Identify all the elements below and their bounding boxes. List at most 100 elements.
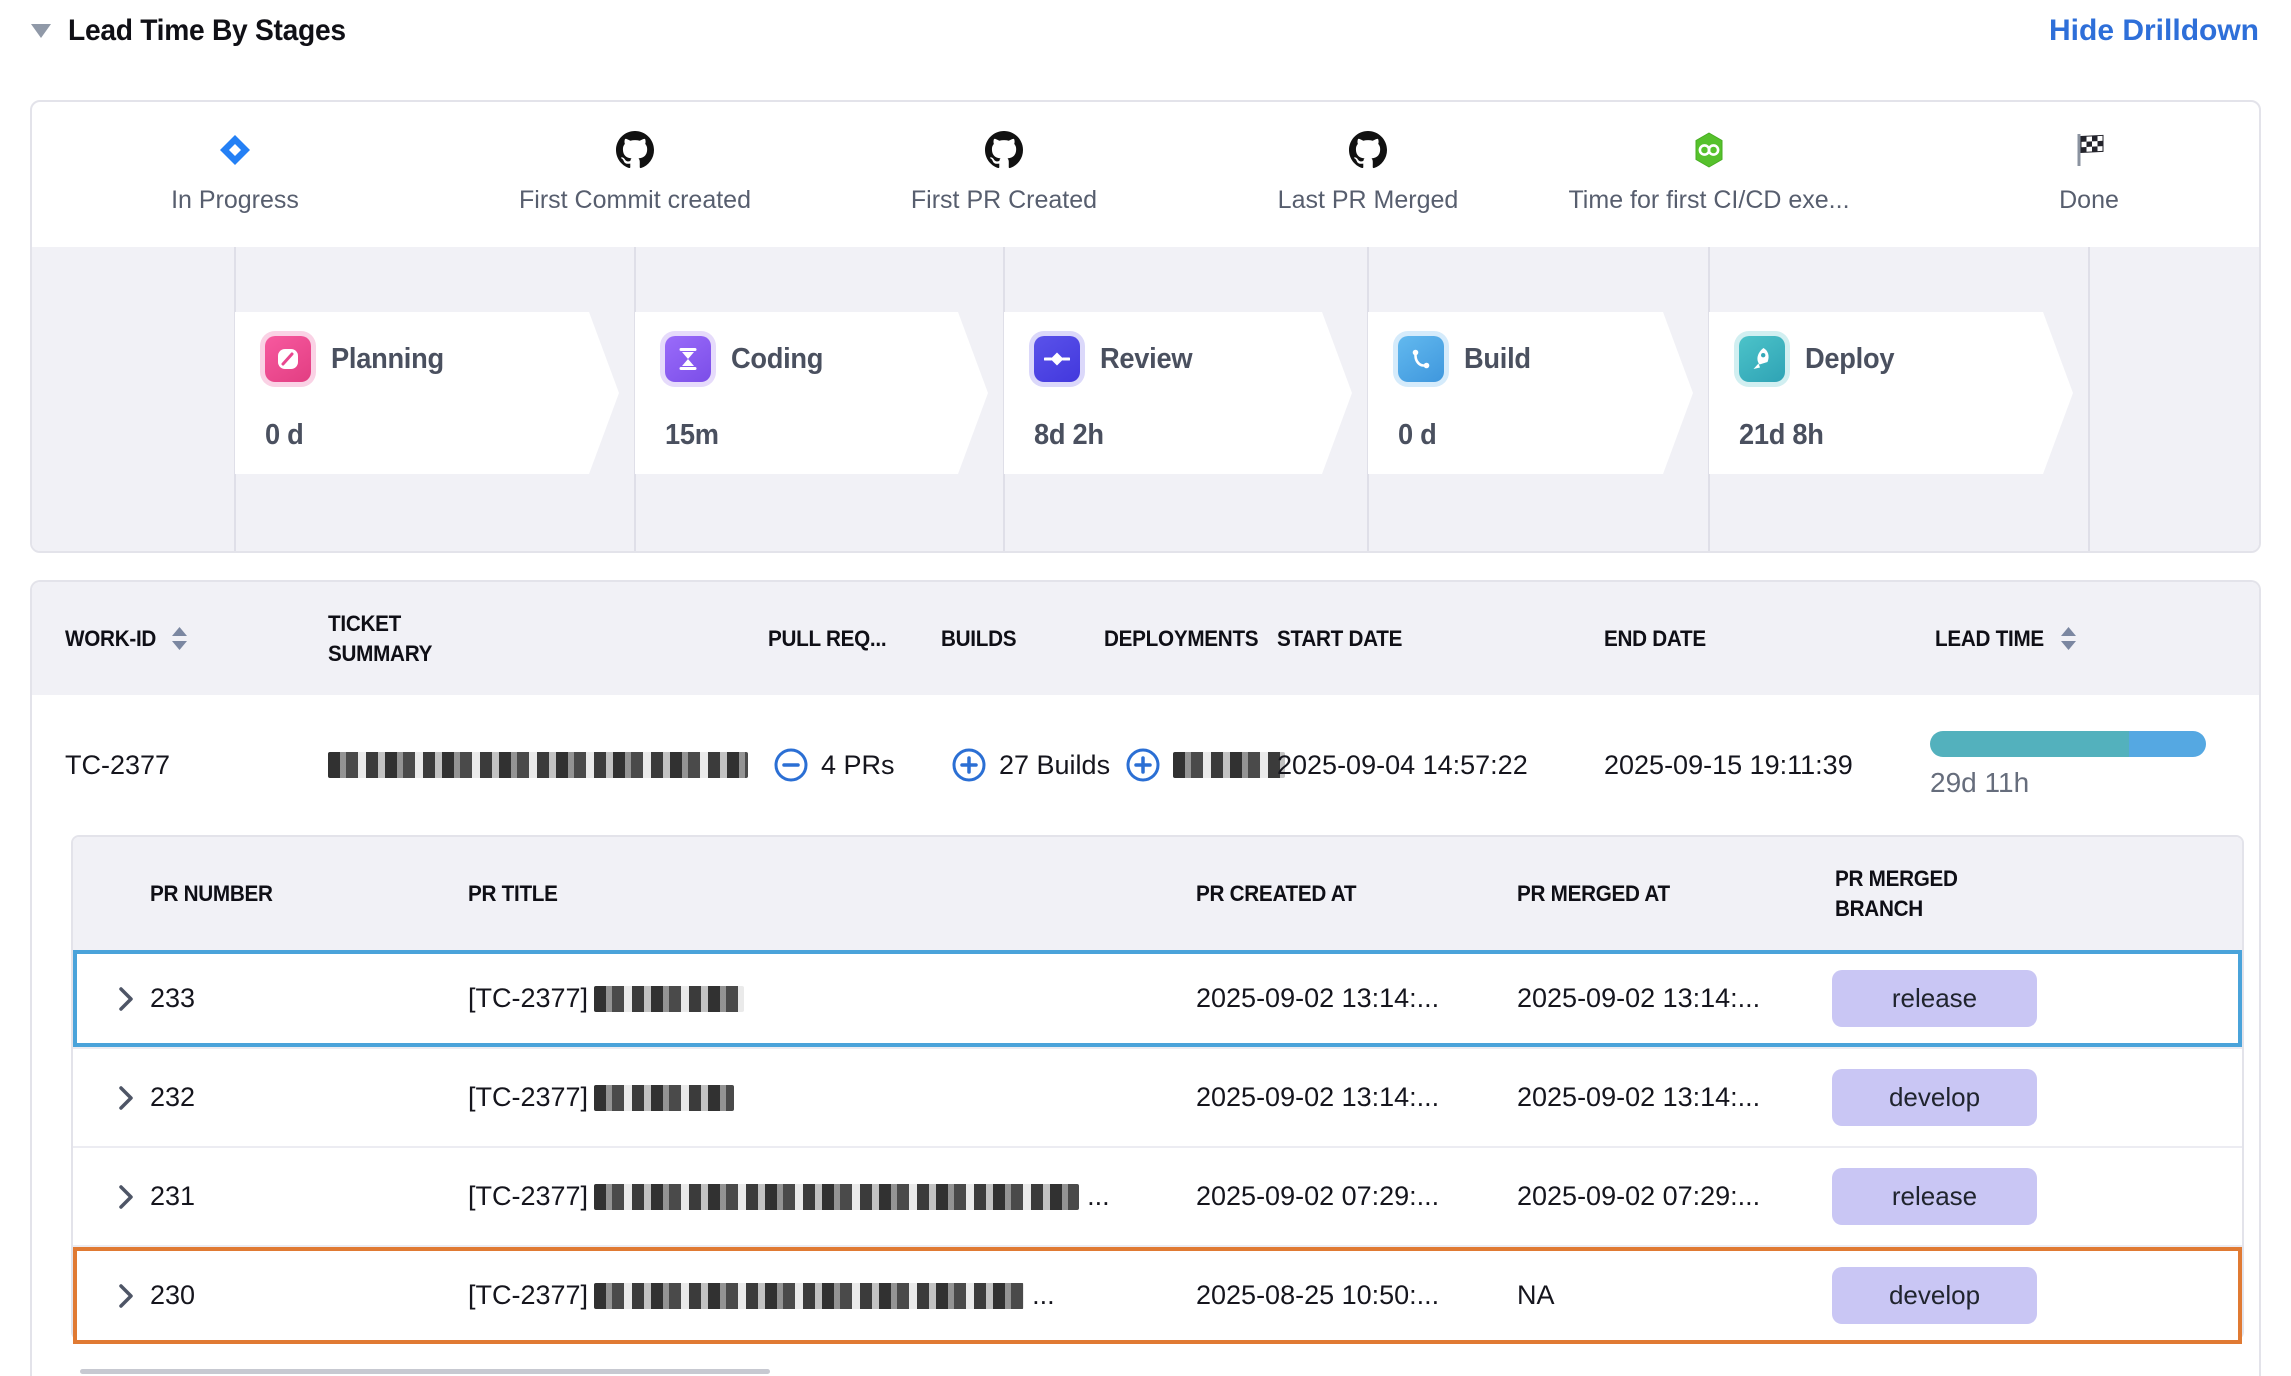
jira-status-icon <box>65 128 405 172</box>
pr-title: [TC-2377] ... <box>468 1148 1110 1245</box>
pr-number: 231 <box>150 1148 195 1245</box>
commit-icon <box>1034 336 1080 382</box>
lead-time-cell: 29d 11h <box>1930 695 2206 835</box>
column-label: PR MERGED AT <box>1517 881 1670 907</box>
pr-merged-at: 2025-09-02 13:14:... <box>1517 1049 1760 1146</box>
github-icon <box>1198 128 1538 172</box>
sort-icon[interactable] <box>172 627 187 651</box>
lead-time-bar <box>1930 731 2206 757</box>
collapse-triangle-icon[interactable] <box>30 23 52 39</box>
builds-cell[interactable]: 27 Builds <box>951 695 1110 835</box>
work-id-value: TC-2377 <box>65 695 170 835</box>
finish-flag-icon <box>1919 128 2259 172</box>
stage-card-planning: Planning 0 d <box>235 312 619 474</box>
column-header-work-id[interactable]: WORK-ID <box>65 582 187 695</box>
column-label: PR MERGED BRANCH <box>1835 864 1985 923</box>
column-header-pr-merged-branch: PR MERGED BRANCH <box>1835 837 1995 950</box>
work-item-row[interactable]: TC-2377 4 PRs 27 Builds 2025-09-04 14:57… <box>32 695 2259 835</box>
milestone-last-pr-merged: Last PR Merged <box>1198 128 1538 215</box>
column-label: START DATE <box>1277 626 1402 652</box>
pr-created-at: 2025-09-02 13:14:... <box>1196 1049 1439 1146</box>
column-header-lead-time[interactable]: LEAD TIME <box>1935 582 2076 695</box>
pr-title-suffix: ... <box>1087 1181 1110 1212</box>
planning-icon <box>265 336 311 382</box>
pr-title-prefix: [TC-2377] <box>468 983 588 1014</box>
redacted-text <box>594 986 744 1012</box>
sort-icon[interactable] <box>2061 627 2076 651</box>
pr-title: [TC-2377] ... <box>468 1247 1055 1344</box>
column-header-builds: BUILDS <box>941 582 1021 695</box>
column-label: END DATE <box>1604 626 1706 652</box>
stage-card-deploy: Deploy 21d 8h <box>1709 312 2073 474</box>
branch-badge: develop <box>1832 1267 2037 1324</box>
column-label: BUILDS <box>941 626 1016 652</box>
stage-card-review: Review 8d 2h <box>1004 312 1352 474</box>
pr-number: 230 <box>150 1247 195 1344</box>
expand-circle-icon[interactable] <box>951 747 987 783</box>
row-expand-chevron-icon[interactable] <box>117 950 135 1047</box>
column-label: PR CREATED AT <box>1196 881 1356 907</box>
hide-drilldown-link[interactable]: Hide Drilldown <box>2049 14 2259 48</box>
collapse-circle-icon[interactable] <box>773 747 809 783</box>
pr-merged-at: 2025-09-02 07:29:... <box>1517 1148 1760 1245</box>
milestone-label: Last PR Merged <box>1198 186 1538 215</box>
redacted-text <box>594 1184 1079 1210</box>
work-table-header: WORK-ID TICKET SUMMARY PULL REQ... BUILD… <box>32 582 2259 697</box>
github-icon <box>465 128 805 172</box>
pr-title: [TC-2377] <box>468 1049 742 1146</box>
row-expand-chevron-icon[interactable] <box>117 1148 135 1245</box>
deployments-cell[interactable] <box>1125 695 1285 835</box>
redacted-text <box>594 1085 734 1111</box>
lead-time-value: 29d 11h <box>1930 767 2029 799</box>
section-header: Lead Time By Stages Hide Drilldown <box>30 14 2259 48</box>
milestone-label: Time for first CI/CD exe... <box>1539 186 1879 215</box>
redacted-text <box>594 1283 1024 1309</box>
column-label: PR TITLE <box>468 881 558 907</box>
pr-title: [TC-2377] <box>468 950 752 1047</box>
column-label: DEPLOYMENTS <box>1104 626 1258 652</box>
page-title: Lead Time By Stages <box>68 14 346 48</box>
milestone-divider <box>2088 247 2090 551</box>
pr-row-231[interactable]: 231 [TC-2377] ... 2025-09-02 07:29:... 2… <box>73 1146 2242 1245</box>
column-header-pull-requests: PULL REQ... <box>768 582 894 695</box>
stage-duration: 21d 8h <box>1739 419 2012 452</box>
pr-row-233[interactable]: 233 [TC-2377] 2025-09-02 13:14:... 2025-… <box>73 950 2242 1047</box>
rocket-icon <box>1739 336 1785 382</box>
end-date-value: 2025-09-15 19:11:39 <box>1604 695 1853 835</box>
builds-count: 27 Builds <box>999 750 1110 781</box>
ticket-summary-redacted <box>328 695 748 835</box>
column-header-start-date: START DATE <box>1277 582 1410 695</box>
pr-title-prefix: [TC-2377] <box>468 1181 588 1212</box>
hourglass-icon <box>665 336 711 382</box>
row-expand-chevron-icon[interactable] <box>117 1247 135 1344</box>
lead-time-bar-blue-segment <box>2129 731 2206 757</box>
milestone-cicd: Time for first CI/CD exe... <box>1539 128 1879 215</box>
cicd-icon <box>1539 128 1879 172</box>
branch-badge: release <box>1832 970 2037 1027</box>
expand-circle-icon[interactable] <box>1125 747 1161 783</box>
branch-route-icon <box>1398 336 1444 382</box>
column-label: PULL REQ... <box>768 626 886 652</box>
stage-card-coding: Coding 15m <box>635 312 988 474</box>
pr-drilldown-table: PR NUMBER PR TITLE PR CREATED AT PR MERG… <box>71 835 2244 1340</box>
pr-row-230[interactable]: 230 [TC-2377] ... 2025-08-25 10:50:... N… <box>73 1245 2242 1344</box>
milestone-done: Done <box>1919 128 2259 215</box>
pull-requests-cell[interactable]: 4 PRs <box>773 695 895 835</box>
stage-name: Deploy <box>1805 343 1894 376</box>
milestone-first-pr: First PR Created <box>834 128 1174 215</box>
column-label: PR NUMBER <box>150 881 273 907</box>
column-header-pr-merged-at: PR MERGED AT <box>1517 837 1680 950</box>
column-label: LEAD TIME <box>1935 626 2044 652</box>
github-icon <box>834 128 1174 172</box>
column-header-ticket-summary: TICKET SUMMARY <box>328 582 498 695</box>
milestone-label: First PR Created <box>834 186 1174 215</box>
pr-number: 232 <box>150 1049 195 1146</box>
pr-created-at: 2025-09-02 13:14:... <box>1196 950 1439 1047</box>
stage-duration: 0 d <box>1398 419 1634 452</box>
pr-table-header: PR NUMBER PR TITLE PR CREATED AT PR MERG… <box>73 837 2242 950</box>
pr-row-232[interactable]: 232 [TC-2377] 2025-09-02 13:14:... 2025-… <box>73 1047 2242 1146</box>
stage-name: Review <box>1100 343 1192 376</box>
work-items-table: WORK-ID TICKET SUMMARY PULL REQ... BUILD… <box>30 580 2261 1376</box>
column-header-end-date: END DATE <box>1604 582 1712 695</box>
row-expand-chevron-icon[interactable] <box>117 1049 135 1146</box>
